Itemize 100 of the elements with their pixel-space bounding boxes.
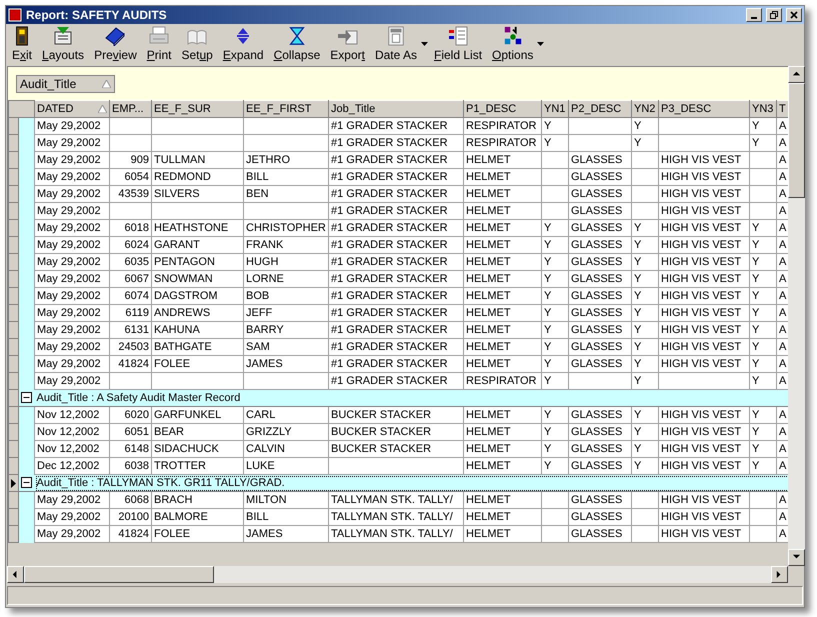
table-cell: GLASSES: [568, 406, 632, 424]
table-cell: TALLYMAN STK. TALLY/: [328, 492, 464, 508]
table-cell: PENTAGON: [152, 254, 244, 270]
table-cell: [568, 134, 632, 152]
table-cell: Y: [542, 424, 568, 440]
table-cell: GLASSES: [568, 338, 632, 356]
collapse-icon[interactable]: [21, 392, 32, 404]
table-cell: HELMET: [464, 288, 542, 304]
table-cell: [542, 508, 568, 526]
toolbar-button[interactable]: Print: [142, 26, 176, 64]
column-header[interactable]: DATED: [34, 100, 110, 118]
table-cell: Y: [750, 424, 776, 440]
table-cell: Y: [632, 254, 658, 270]
column-header[interactable]: EE_F_FIRST: [244, 100, 328, 118]
table-cell: HELMET: [464, 406, 542, 424]
minimize-button[interactable]: [746, 8, 762, 22]
toolbar-button[interactable]: Setup: [177, 26, 217, 64]
column-header[interactable]: EE_F_SUR: [152, 100, 244, 118]
hourglass-icon: [288, 26, 306, 46]
table-cell: Y: [750, 356, 776, 372]
table-cell: May 29,2002: [34, 152, 110, 168]
close-button[interactable]: [786, 8, 802, 22]
row-indicator[interactable]: [8, 474, 18, 492]
table-cell: Y: [750, 458, 776, 474]
column-header[interactable]: YN2: [632, 100, 658, 118]
table-cell: [110, 202, 152, 220]
table-cell: HIGH VIS VEST: [658, 508, 750, 526]
group-row[interactable]: Audit_Title : A Safety Audit Master Record: [34, 390, 788, 406]
toolbar-button[interactable]: Expand: [218, 26, 268, 64]
table-cell: HIGH VIS VEST: [658, 406, 750, 424]
toolbar-button[interactable]: Date As: [370, 26, 421, 64]
scroll-thumb[interactable]: [24, 566, 214, 583]
dropdown-arrow-icon[interactable]: [421, 42, 428, 46]
table-cell: Y: [750, 118, 776, 134]
table-cell: DAGSTROM: [152, 288, 244, 304]
field-list-icon: [448, 26, 468, 46]
table-cell: #1 GRADER STACKER: [328, 254, 464, 270]
expand-icon: [235, 26, 252, 46]
table-cell: 6067: [110, 270, 152, 288]
column-header[interactable]: P3_DESC: [658, 100, 750, 118]
table-cell: #1 GRADER STACKER: [328, 152, 464, 168]
group-field-button[interactable]: Audit_Title: [16, 74, 115, 92]
table-cell: Y: [542, 134, 568, 152]
table-cell: 24503: [110, 338, 152, 356]
table-cell: [632, 508, 658, 526]
table-cell: GLASSES: [568, 254, 632, 270]
horizontal-scrollbar[interactable]: [7, 566, 788, 583]
toolbar-button[interactable]: Preview: [90, 26, 141, 64]
toolbar-button[interactable]: Collapse: [270, 26, 324, 64]
table-cell: BATHGATE: [152, 338, 244, 356]
table-cell: #1 GRADER STACKER: [328, 270, 464, 288]
scroll-left-button[interactable]: [7, 566, 24, 583]
table-cell: BUCKER STACKER: [328, 424, 464, 440]
table-cell: #1 GRADER STACKER: [328, 202, 464, 220]
scroll-thumb[interactable]: [788, 83, 805, 198]
table-cell: 6054: [110, 168, 152, 186]
table-cell: Y: [632, 338, 658, 356]
toolbar-button[interactable]: Export: [326, 26, 369, 64]
column-header[interactable]: P2_DESC: [568, 100, 632, 118]
table-cell: 41824: [110, 356, 152, 372]
table-cell: HIGH VIS VEST: [658, 424, 750, 440]
vertical-scrollbar[interactable]: [788, 66, 805, 566]
table-cell: LUKE: [244, 458, 328, 474]
table-cell: HUGH: [244, 254, 328, 270]
table-cell: Y: [750, 372, 776, 390]
column-header[interactable]: YN1: [542, 100, 568, 118]
scroll-right-button[interactable]: [771, 566, 788, 583]
toolbar-button[interactable]: Options: [488, 26, 538, 64]
scroll-down-button[interactable]: [788, 549, 805, 566]
table-cell: [542, 492, 568, 508]
column-header[interactable]: P1_DESC: [464, 100, 542, 118]
table-cell: #1 GRADER STACKER: [328, 356, 464, 372]
table-cell: #1 GRADER STACKER: [328, 304, 464, 322]
column-header[interactable]: Job_Title: [328, 100, 464, 118]
scroll-up-button[interactable]: [788, 66, 805, 83]
table-cell: May 29,2002: [34, 508, 110, 526]
column-header[interactable]: EMP...: [110, 100, 152, 118]
toolbar-button[interactable]: Exit: [8, 26, 36, 64]
table-cell: HIGH VIS VEST: [658, 322, 750, 338]
collapse-icon[interactable]: [21, 477, 32, 488]
table-cell: Y: [632, 356, 658, 372]
restore-button[interactable]: [766, 8, 782, 22]
dropdown-arrow-icon[interactable]: [537, 42, 544, 46]
column-header[interactable]: YN3: [750, 100, 776, 118]
column-header[interactable]: T: [776, 100, 788, 118]
table-cell: Y: [632, 440, 658, 458]
table-cell: GARANT: [152, 236, 244, 254]
window-title: Report: SAFETY AUDITS: [26, 7, 168, 24]
table-cell: BUCKER STACKER: [328, 406, 464, 424]
table-cell: 6074: [110, 288, 152, 304]
table-cell: ANDREWS: [152, 304, 244, 322]
table-cell: HIGH VIS VEST: [658, 168, 750, 186]
table-cell: 41824: [110, 526, 152, 542]
toolbar-button[interactable]: Layouts: [38, 26, 88, 64]
table-cell: BEN: [244, 186, 328, 202]
app-icon: [8, 8, 22, 22]
toolbar-button[interactable]: Field List: [430, 26, 486, 64]
table-cell: Y: [750, 270, 776, 288]
group-row[interactable]: Audit_Title : TALLYMAN STK. GR11 TALLY/GRAD.: [34, 474, 788, 492]
table-cell: Y: [542, 406, 568, 424]
